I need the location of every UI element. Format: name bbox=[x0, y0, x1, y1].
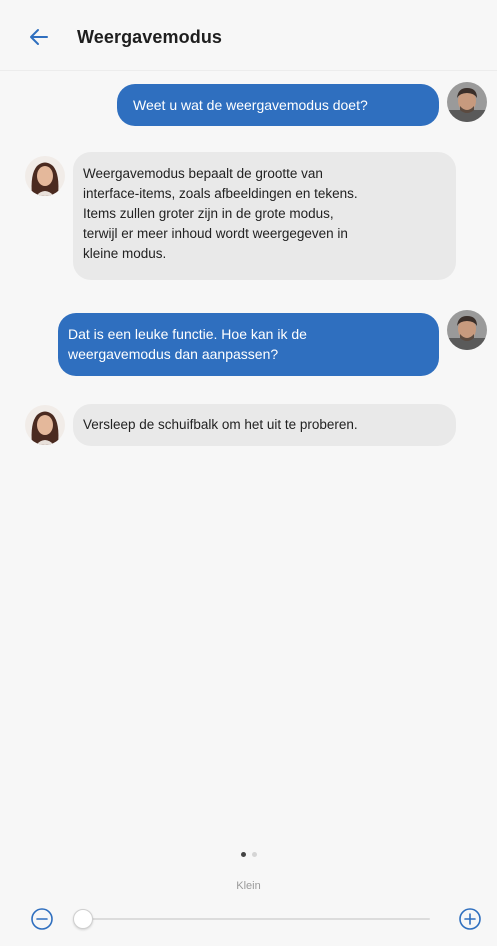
page-title: Weergavemodus bbox=[77, 27, 223, 47]
slider-track bbox=[82, 918, 430, 920]
header-bar: Weergavemodus bbox=[0, 0, 497, 71]
message-text: Versleep de schuifbalk om het uit te pro… bbox=[83, 417, 358, 432]
message-text: Weet u wat de weergavemodus doet? bbox=[133, 97, 368, 113]
zoom-out-button[interactable] bbox=[30, 907, 54, 931]
avatar-man bbox=[447, 82, 487, 122]
arrow-left-icon bbox=[30, 29, 48, 45]
minus-circle-icon bbox=[31, 908, 53, 930]
zoom-in-button[interactable] bbox=[458, 907, 482, 931]
avatar-man bbox=[447, 310, 487, 350]
chat-bubble-assistant: Weergavemodus bepaalt de grootte van int… bbox=[73, 152, 456, 280]
page-dot bbox=[251, 852, 257, 857]
page-dot-active bbox=[240, 852, 246, 857]
chat-bubble-assistant: Versleep de schuifbalk om het uit te pro… bbox=[73, 404, 456, 446]
back-button[interactable] bbox=[26, 24, 52, 50]
page-indicator bbox=[0, 852, 497, 857]
plus-circle-icon bbox=[459, 908, 481, 930]
chat-bubble-user: Weet u wat de weergavemodus doet? bbox=[117, 84, 439, 126]
display-size-label: Klein bbox=[236, 880, 261, 892]
slider-thumb[interactable] bbox=[73, 909, 93, 929]
message-text: Dat is een leuke functie. Hoe kan ik de … bbox=[68, 326, 307, 362]
avatar-woman bbox=[25, 156, 65, 196]
avatar-woman bbox=[25, 405, 65, 445]
chat-bubble-user: Dat is een leuke functie. Hoe kan ik de … bbox=[58, 313, 439, 376]
display-size-slider[interactable] bbox=[72, 905, 440, 933]
message-text: Weergavemodus bepaalt de grootte van int… bbox=[83, 166, 358, 261]
